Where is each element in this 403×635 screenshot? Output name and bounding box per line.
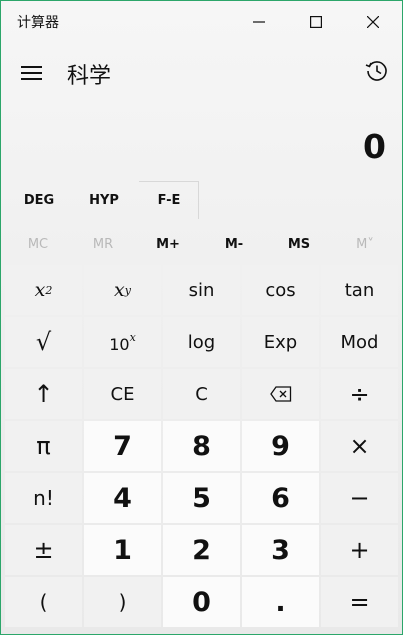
exp-button[interactable]: Exp [242,317,319,367]
maximize-button[interactable] [287,1,345,43]
digit-1-button[interactable]: 1 [84,525,161,575]
memory-subtract-button[interactable]: M- [201,227,267,261]
memory-list-button[interactable]: M˅ [332,227,398,261]
left-paren-button[interactable]: ( [5,577,82,627]
digit-7-button[interactable]: 7 [84,421,161,471]
digit-6-button[interactable]: 6 [242,473,319,523]
minus-button[interactable]: − [321,473,398,523]
mod-button[interactable]: Mod [321,317,398,367]
clear-button[interactable]: C [163,369,240,419]
tan-button[interactable]: tan [321,265,398,315]
digit-9-button[interactable]: 9 [242,421,319,471]
window-title: 计算器 [17,15,59,31]
sqrt-button[interactable]: √ [5,317,82,367]
title-bar: 计算器 [1,1,402,43]
divide-button[interactable]: ÷ [321,369,398,419]
minimize-button[interactable] [230,1,288,43]
digit-3-button[interactable]: 3 [242,525,319,575]
fe-button[interactable]: F-E [139,181,199,219]
memory-store-button[interactable]: MS [266,227,332,261]
clear-entry-button[interactable]: CE [84,369,161,419]
backspace-icon [269,386,291,402]
memory-recall-button[interactable]: MR [70,227,136,261]
shift-button[interactable]: ↑ [5,369,82,419]
memory-clear-button[interactable]: MC [5,227,71,261]
square-button[interactable]: x2 [5,265,82,315]
plus-button[interactable]: + [321,525,398,575]
hyp-button[interactable]: HYP [71,181,137,219]
multiply-button[interactable]: × [321,421,398,471]
decimal-point-button[interactable]: . [242,577,319,627]
mode-title: 科学 [67,64,112,89]
minimize-icon [253,21,265,23]
log-button[interactable]: log [163,317,240,367]
negate-button[interactable]: ± [5,525,82,575]
memory-add-button[interactable]: M+ [135,227,201,261]
pi-button[interactable]: π [5,421,82,471]
result-display: 0 [363,127,386,166]
calculator-window: 计算器 科学 0 DEG HYP F-E MC MR M+ M- MS M˅ x… [0,0,403,635]
menu-icon[interactable] [21,61,43,85]
equals-button[interactable]: = [321,577,398,627]
close-button[interactable] [344,1,402,43]
ten-power-button[interactable]: 10x [84,317,161,367]
close-icon [367,16,379,28]
history-icon[interactable] [363,57,391,85]
cos-button[interactable]: cos [242,265,319,315]
factorial-button[interactable]: n! [5,473,82,523]
digit-4-button[interactable]: 4 [84,473,161,523]
power-button[interactable]: xy [84,265,161,315]
digit-8-button[interactable]: 8 [163,421,240,471]
right-paren-button[interactable]: ) [84,577,161,627]
maximize-icon [310,16,322,28]
deg-button[interactable]: DEG [6,181,72,219]
memory-row: MC MR M+ M- MS M˅ [1,227,402,261]
keypad: x2 xy sin cos tan √ 10x log Exp Mod ↑ CE… [5,265,398,631]
angle-row: DEG HYP F-E [1,181,402,221]
digit-0-button[interactable]: 0 [163,577,240,627]
sin-button[interactable]: sin [163,265,240,315]
digit-5-button[interactable]: 5 [163,473,240,523]
digit-2-button[interactable]: 2 [163,525,240,575]
backspace-button[interactable] [242,369,319,419]
